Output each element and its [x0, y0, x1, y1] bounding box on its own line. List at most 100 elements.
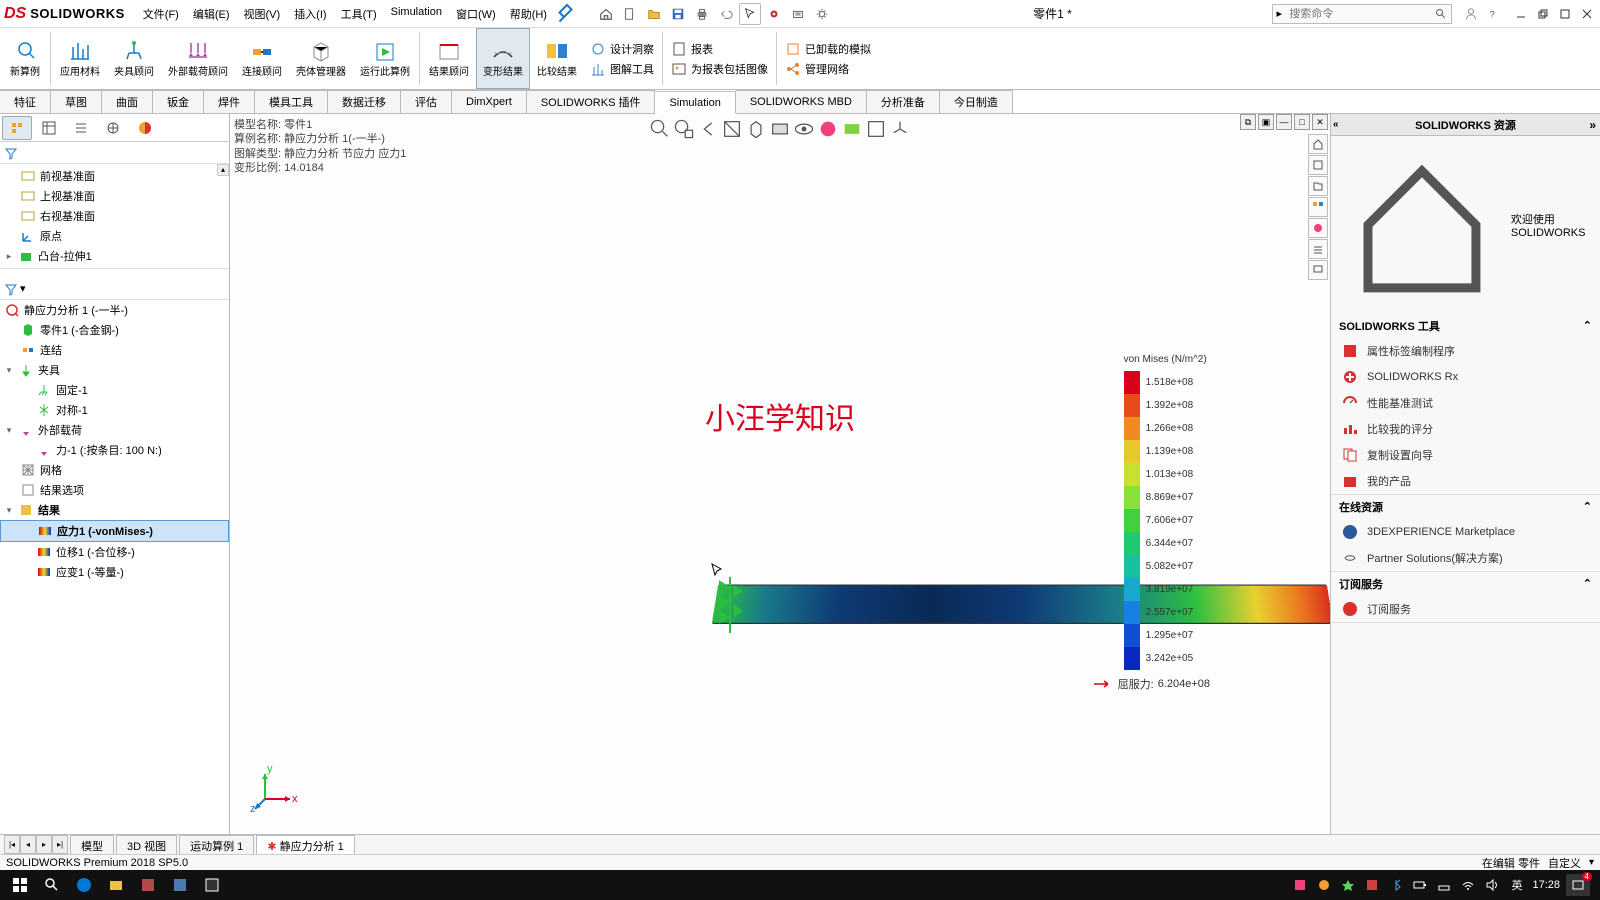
- pin-icon[interactable]: [555, 2, 579, 26]
- ime-indicator[interactable]: 英: [1507, 877, 1526, 893]
- tab-mbd[interactable]: SOLIDWORKS MBD: [736, 90, 867, 113]
- tree-external-loads[interactable]: ▾外部载荷: [0, 420, 229, 440]
- design-insight-button[interactable]: 设计洞察: [588, 40, 656, 58]
- edit-appearance-icon[interactable]: [817, 118, 839, 140]
- link-rx[interactable]: SOLIDWORKS Rx: [1331, 364, 1600, 390]
- link-property-tab[interactable]: 属性标签编制程序: [1331, 338, 1600, 364]
- online-section-header[interactable]: 在线资源⌃: [1331, 495, 1600, 519]
- tree-results[interactable]: ▾结果: [0, 500, 229, 520]
- tab-analysis[interactable]: 分析准备: [867, 90, 940, 113]
- apply-scene-icon[interactable]: [841, 118, 863, 140]
- collapse-left-icon[interactable]: «: [1333, 119, 1339, 130]
- menu-view[interactable]: 视图(V): [238, 2, 287, 26]
- vp-maximize-button[interactable]: □: [1294, 114, 1310, 130]
- start-button[interactable]: [4, 870, 36, 900]
- expander-icon[interactable]: ▾: [4, 425, 14, 436]
- tree-part[interactable]: 零件1 (-合金钢-): [0, 320, 229, 340]
- strip-view-icon[interactable]: [1308, 197, 1328, 217]
- tree-plane-top[interactable]: 上视基准面: [0, 186, 229, 206]
- simulation-beam[interactable]: [712, 585, 1330, 624]
- battery-icon[interactable]: [1411, 870, 1429, 900]
- welcome-link[interactable]: 欢迎使用 SOLIDWORKS: [1331, 136, 1600, 314]
- tab-3dview[interactable]: 3D 视图: [116, 835, 177, 854]
- app-icon-1[interactable]: [132, 870, 164, 900]
- tab-today[interactable]: 今日制造: [940, 90, 1013, 113]
- filter-row[interactable]: [0, 142, 229, 164]
- menu-file[interactable]: 文件(F): [137, 2, 185, 26]
- run-study-button[interactable]: 运行此算例: [353, 28, 417, 89]
- vp-minimize-button[interactable]: —: [1276, 114, 1292, 130]
- tab-nav-prev[interactable]: ◂: [20, 835, 36, 854]
- clock[interactable]: 17:28: [1532, 879, 1560, 891]
- app-icon-3[interactable]: [196, 870, 228, 900]
- tree-plane-right[interactable]: 右视基准面: [0, 206, 229, 226]
- deform-result-button[interactable]: 变形结果: [476, 28, 530, 89]
- app-icon-2[interactable]: [164, 870, 196, 900]
- manage-network-button[interactable]: 管理网络: [783, 60, 873, 78]
- expander-icon[interactable]: ▾: [4, 365, 14, 376]
- report-button[interactable]: 报表: [669, 40, 770, 58]
- link-marketplace[interactable]: 3DEXPERIENCE Marketplace: [1331, 519, 1600, 545]
- tree-extrude[interactable]: ▸凸台-拉伸1: [0, 246, 229, 266]
- tab-nav-first[interactable]: |◂: [4, 835, 20, 854]
- close-button[interactable]: [1578, 5, 1596, 23]
- panel-tab-property[interactable]: [34, 116, 64, 140]
- menu-tools[interactable]: 工具(T): [335, 2, 383, 26]
- new-icon[interactable]: [619, 3, 641, 25]
- panel-tab-config[interactable]: [66, 116, 96, 140]
- search-input[interactable]: [1285, 8, 1435, 20]
- tray-icon[interactable]: [1363, 870, 1381, 900]
- link-my-products[interactable]: 我的产品: [1331, 468, 1600, 494]
- apply-material-button[interactable]: 应用材料: [53, 28, 107, 89]
- subscribe-section-header[interactable]: 订阅服务⌃: [1331, 572, 1600, 596]
- display-style-icon[interactable]: [769, 118, 791, 140]
- tab-nav-next[interactable]: ▸: [36, 835, 52, 854]
- panel-tab-display[interactable]: [130, 116, 160, 140]
- link-copy-settings[interactable]: 复制设置向导: [1331, 442, 1600, 468]
- panel-tab-feature-tree[interactable]: [2, 116, 32, 140]
- section-view-icon[interactable]: [721, 118, 743, 140]
- previous-view-icon[interactable]: [697, 118, 719, 140]
- vp-popout-button[interactable]: ⧉: [1240, 114, 1256, 130]
- options-icon[interactable]: [787, 3, 809, 25]
- strip-custom-icon[interactable]: [1308, 239, 1328, 259]
- hide-show-icon[interactable]: [793, 118, 815, 140]
- external-load-button[interactable]: 外部载荷顾问: [161, 28, 235, 89]
- connection-button[interactable]: 连接顾问: [235, 28, 289, 89]
- tab-motion[interactable]: 运动算例 1: [179, 835, 254, 854]
- triad-icon[interactable]: [889, 118, 911, 140]
- maximize-button[interactable]: [1556, 5, 1574, 23]
- fixture-advisor-button[interactable]: 夹具顾问: [107, 28, 161, 89]
- save-icon[interactable]: [667, 3, 689, 25]
- tree-symmetry[interactable]: 对称-1: [0, 400, 229, 420]
- tree-connections[interactable]: 连结: [0, 340, 229, 360]
- unloaded-sim-button[interactable]: 已卸载的模拟: [783, 40, 873, 58]
- result-advisor-button[interactable]: 结果顾问: [422, 28, 476, 89]
- help-icon[interactable]: ?: [1482, 3, 1504, 25]
- settings-icon[interactable]: [811, 3, 833, 25]
- scroll-up-icon[interactable]: ▴: [217, 164, 229, 176]
- tree-plane-front[interactable]: 前视基准面: [0, 166, 229, 186]
- tray-icon[interactable]: [1315, 870, 1333, 900]
- link-compare-score[interactable]: 比较我的评分: [1331, 416, 1600, 442]
- expander-icon[interactable]: ▸: [4, 251, 14, 262]
- open-icon[interactable]: [643, 3, 665, 25]
- undo-icon[interactable]: [715, 3, 737, 25]
- new-study-button[interactable]: 新算例: [2, 28, 48, 89]
- shell-manager-button[interactable]: 壳体管理器: [289, 28, 353, 89]
- tree-force[interactable]: 力-1 (:按条目: 100 N:): [0, 440, 229, 460]
- search-commands[interactable]: ▸: [1272, 4, 1452, 24]
- tab-mold[interactable]: 模具工具: [255, 90, 328, 113]
- status-custom[interactable]: 自定义: [1548, 855, 1581, 871]
- menu-insert[interactable]: 插入(I): [288, 2, 332, 26]
- edge-icon[interactable]: [68, 870, 100, 900]
- home-icon[interactable]: [595, 3, 617, 25]
- vp-close-button[interactable]: ✕: [1312, 114, 1328, 130]
- tab-sheetmetal[interactable]: 钣金: [153, 90, 204, 113]
- tab-study-bottom[interactable]: ✱ 静应力分析 1: [256, 835, 354, 854]
- tree-fixed[interactable]: 固定-1: [0, 380, 229, 400]
- view-orientation-icon[interactable]: [745, 118, 767, 140]
- network-icon[interactable]: [1435, 870, 1453, 900]
- zoom-fit-icon[interactable]: [649, 118, 671, 140]
- restore-button[interactable]: [1534, 5, 1552, 23]
